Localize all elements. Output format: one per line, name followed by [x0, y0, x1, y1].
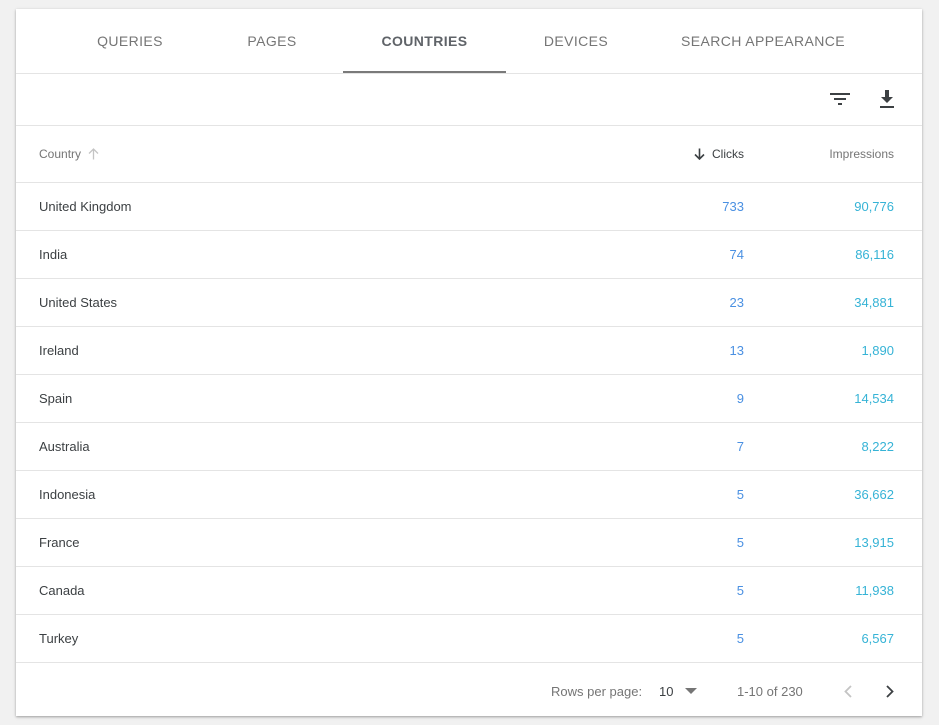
country-cell: United States	[39, 295, 118, 310]
country-cell: India	[39, 247, 68, 262]
table-row[interactable]: France 5 13,915	[16, 519, 922, 567]
clicks-cell: 74	[729, 247, 744, 262]
clicks-cell: 5	[736, 535, 744, 550]
filter-icon	[830, 93, 850, 105]
column-header-country[interactable]: Country	[39, 126, 99, 182]
impressions-cell: 6,567	[861, 631, 894, 646]
clicks-cell: 5	[736, 487, 744, 502]
table-row[interactable]: Spain 9 14,534	[16, 375, 922, 423]
tab-devices[interactable]: DEVICES	[516, 9, 636, 73]
impressions-cell: 11,938	[855, 583, 894, 598]
table-toolbar	[16, 74, 922, 126]
impressions-cell: 1,890	[861, 343, 894, 358]
pagination-bar: Rows per page: 10 1-10 of 230	[16, 663, 922, 716]
download-button[interactable]	[872, 84, 902, 114]
tab-pages[interactable]: PAGES	[212, 9, 332, 73]
column-header-label: Impressions	[829, 147, 894, 161]
impressions-cell: 14,534	[854, 391, 894, 406]
impressions-cell: 36,662	[854, 487, 894, 502]
impressions-cell: 86,116	[855, 247, 894, 262]
table-row[interactable]: United Kingdom 733 90,776	[16, 183, 922, 231]
clicks-cell: 5	[736, 583, 744, 598]
table-row[interactable]: India 74 86,116	[16, 231, 922, 279]
country-cell: Turkey	[39, 631, 79, 646]
column-header-impressions[interactable]: Impressions	[829, 126, 894, 182]
impressions-cell: 34,881	[854, 295, 894, 310]
download-icon	[880, 89, 894, 108]
arrow-down-icon	[694, 148, 705, 160]
table-row[interactable]: Ireland 13 1,890	[16, 327, 922, 375]
country-cell: Australia	[39, 439, 90, 454]
tab-countries[interactable]: COUNTRIES	[343, 9, 506, 73]
rows-per-page-select[interactable]: 10	[659, 663, 698, 716]
chevron-right-icon	[886, 684, 894, 698]
table-row[interactable]: Turkey 5 6,567	[16, 615, 922, 663]
clicks-cell: 733	[722, 199, 744, 214]
rows-per-page-value: 10	[659, 683, 674, 699]
country-cell: United Kingdom	[39, 199, 132, 214]
column-header-label: Country	[39, 147, 82, 161]
page-range: 1-10 of 230	[737, 683, 803, 699]
table-header: Country Clicks Impressions	[16, 126, 922, 183]
clicks-cell: 7	[736, 439, 744, 454]
rows-per-page-label: Rows per page:	[551, 683, 643, 699]
table-row[interactable]: United States 23 34,881	[16, 279, 922, 327]
table-row[interactable]: Canada 5 11,938	[16, 567, 922, 615]
country-cell: Ireland	[39, 343, 79, 358]
next-page-button[interactable]	[878, 663, 902, 716]
tab-search-appearance[interactable]: SEARCH APPEARANCE	[666, 9, 860, 73]
arrow-up-icon	[88, 148, 99, 160]
clicks-cell: 23	[729, 295, 744, 310]
impressions-cell: 90,776	[854, 199, 894, 214]
chevron-left-icon	[844, 684, 852, 698]
tab-bar: QUERIES PAGES COUNTRIES DEVICES SEARCH A…	[16, 9, 922, 74]
clicks-cell: 9	[736, 391, 744, 406]
impressions-cell: 8,222	[861, 439, 894, 454]
country-cell: Canada	[39, 583, 85, 598]
country-cell: Spain	[39, 391, 73, 406]
column-header-clicks[interactable]: Clicks	[694, 126, 744, 182]
country-cell: France	[39, 535, 80, 550]
clicks-cell: 13	[729, 343, 744, 358]
performance-card: QUERIES PAGES COUNTRIES DEVICES SEARCH A…	[16, 9, 922, 716]
clicks-cell: 5	[736, 631, 744, 646]
table-row[interactable]: Australia 7 8,222	[16, 423, 922, 471]
table-row[interactable]: Indonesia 5 36,662	[16, 471, 922, 519]
previous-page-button[interactable]	[836, 663, 860, 716]
tab-queries[interactable]: QUERIES	[70, 9, 190, 73]
filter-button[interactable]	[825, 84, 855, 114]
caret-down-icon	[685, 688, 698, 694]
impressions-cell: 13,915	[854, 535, 894, 550]
column-header-label: Clicks	[712, 147, 744, 161]
country-cell: Indonesia	[39, 487, 96, 502]
